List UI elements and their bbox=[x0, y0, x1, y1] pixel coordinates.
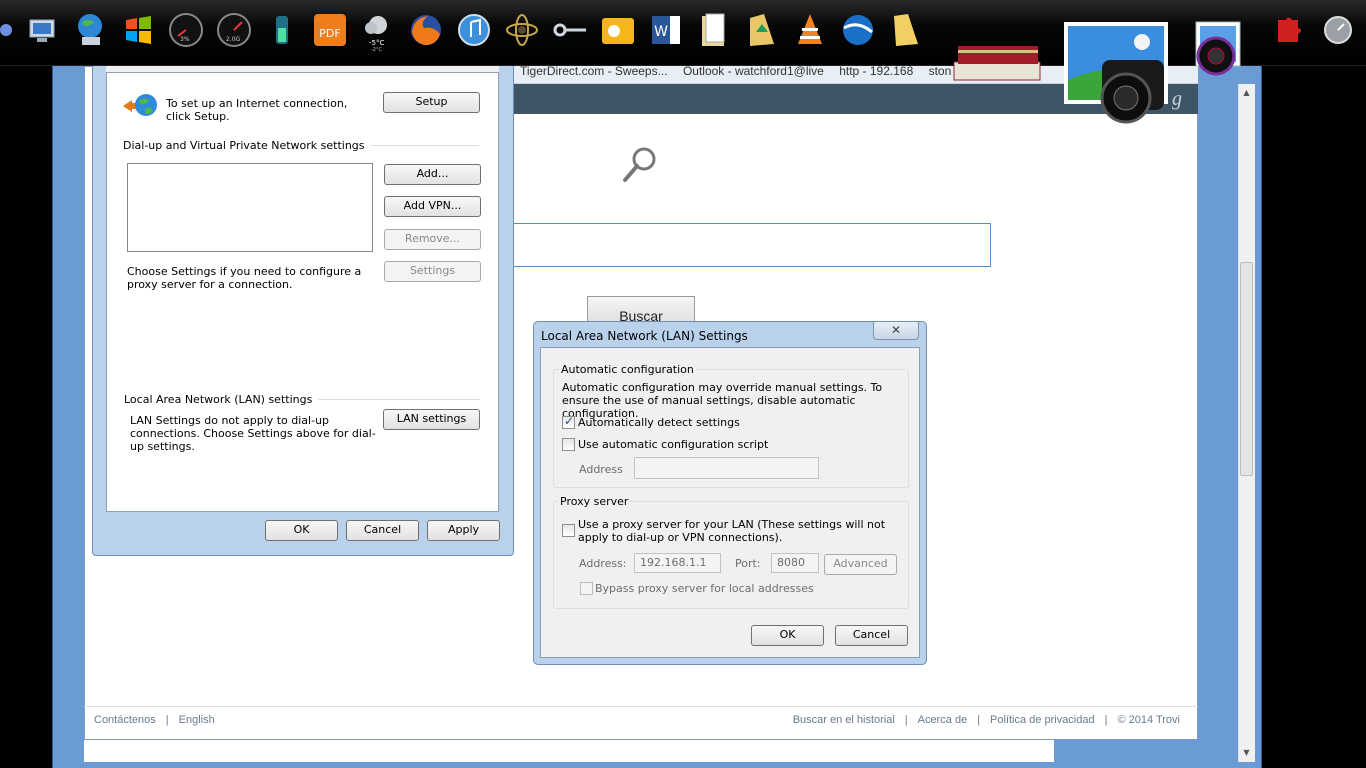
config-script-address-input[interactable] bbox=[634, 457, 819, 479]
add-button[interactable]: Add... bbox=[384, 164, 481, 185]
proxy-port-input[interactable]: 8080 bbox=[771, 553, 819, 573]
cancel-button[interactable]: Cancel bbox=[346, 520, 419, 541]
lan-description: LAN Settings do not apply to dial-up con… bbox=[130, 414, 376, 453]
bypass-local-checkbox[interactable] bbox=[580, 582, 593, 595]
document-folder-icon[interactable] bbox=[694, 10, 734, 50]
lan-ok-button[interactable]: OK bbox=[751, 625, 824, 646]
footer-link-about[interactable]: Acerca de bbox=[918, 714, 968, 726]
settings-button[interactable]: Settings bbox=[384, 261, 481, 282]
weather-temp: -5°C bbox=[369, 39, 385, 47]
auto-detect-checkbox[interactable]: ✓ bbox=[562, 414, 575, 429]
advanced-button[interactable]: Advanced bbox=[824, 554, 897, 575]
dialup-group-header: Dial-up and Virtual Private Network sett… bbox=[123, 139, 371, 152]
puzzle-icon[interactable] bbox=[1268, 10, 1308, 50]
books-icon[interactable] bbox=[952, 38, 1044, 84]
ok-button[interactable]: OK bbox=[265, 520, 338, 541]
settings-description: Choose Settings if you need to configure… bbox=[127, 265, 362, 291]
scroll-down-icon[interactable]: ▼ bbox=[1241, 748, 1252, 760]
magnifier-icon bbox=[620, 144, 660, 184]
word-icon[interactable]: W bbox=[646, 10, 686, 50]
pdf-icon[interactable]: PDF bbox=[310, 10, 350, 50]
remove-button[interactable]: Remove... bbox=[384, 229, 481, 250]
firefox-icon[interactable] bbox=[406, 10, 446, 50]
itunes-icon[interactable] bbox=[454, 10, 494, 50]
close-icon[interactable]: ✕ bbox=[873, 322, 919, 340]
svg-text:W: W bbox=[654, 24, 668, 40]
footer-link-history[interactable]: Buscar en el historial bbox=[793, 714, 895, 726]
setup-description: To set up an Internet connection, click … bbox=[166, 97, 348, 123]
camera-icon[interactable] bbox=[1190, 20, 1250, 76]
port-label: Port: bbox=[735, 557, 761, 570]
status-strip bbox=[84, 740, 1054, 762]
google-drive-folder-icon[interactable] bbox=[742, 10, 782, 50]
footer-link-privacy[interactable]: Política de privacidad bbox=[990, 714, 1095, 726]
cpu-gauge-icon[interactable] bbox=[166, 10, 206, 50]
footer-link-english[interactable]: English bbox=[179, 714, 215, 726]
auto-detect-label[interactable]: Automatically detect settings bbox=[578, 416, 740, 429]
proxy-server-header: Proxy server bbox=[558, 495, 631, 508]
use-proxy-checkbox[interactable] bbox=[562, 524, 575, 537]
outlook-icon[interactable] bbox=[598, 10, 638, 50]
google-earth-icon[interactable] bbox=[838, 10, 878, 50]
cpu-gauge-value: 3% bbox=[180, 36, 190, 43]
page-footer: Contáctenos | English Buscar en el histori… bbox=[84, 706, 1198, 734]
add-vpn-button[interactable]: Add VPN... bbox=[384, 196, 481, 217]
brand-mark: g bbox=[1172, 88, 1182, 110]
lan-settings-button[interactable]: LAN settings bbox=[383, 409, 480, 430]
proxy-address-input[interactable]: 192.168.1.1 bbox=[634, 553, 721, 573]
scroll-up-icon[interactable]: ▲ bbox=[1241, 88, 1252, 100]
use-proxy-label[interactable]: Use a proxy server for your LAN (These s… bbox=[578, 518, 903, 544]
windows-icon[interactable] bbox=[118, 10, 158, 50]
photo-icon[interactable] bbox=[1062, 20, 1172, 130]
folder-icon[interactable] bbox=[886, 10, 926, 50]
apply-button[interactable]: Apply bbox=[427, 520, 500, 541]
auto-config-header: Automatic configuration bbox=[559, 363, 696, 376]
auto-script-label[interactable]: Use automatic configuration script bbox=[578, 438, 768, 451]
scrollbar-thumb[interactable] bbox=[1240, 262, 1253, 476]
footer-link-contact[interactable]: Contáctenos bbox=[94, 714, 156, 726]
lan-group-header: Local Area Network (LAN) settings bbox=[124, 393, 319, 406]
dialog-title: Local Area Network (LAN) Settings bbox=[541, 329, 748, 343]
computer-icon[interactable] bbox=[22, 10, 62, 50]
dialup-connections-list[interactable] bbox=[127, 163, 373, 252]
weather-temp-low: -2°C bbox=[371, 47, 382, 53]
globe-computer-icon[interactable] bbox=[70, 10, 110, 50]
ram-gauge-value: 2.0G bbox=[226, 36, 241, 43]
checkmark-icon: ✓ bbox=[564, 414, 575, 428]
ram-gauge-icon[interactable] bbox=[214, 10, 254, 50]
search-input[interactable] bbox=[514, 223, 991, 267]
atom-icon[interactable] bbox=[502, 10, 542, 50]
footer-copyright: © 2014 Trovi bbox=[1117, 714, 1180, 726]
vlc-icon[interactable] bbox=[790, 10, 830, 50]
svg-text:PDF: PDF bbox=[319, 27, 340, 40]
setup-button[interactable]: Setup bbox=[383, 92, 480, 113]
key-icon[interactable] bbox=[550, 10, 590, 50]
bypass-local-label[interactable]: Bypass proxy server for local addresses bbox=[595, 582, 814, 595]
internet-connection-globe-icon bbox=[122, 92, 158, 120]
battery-icon[interactable] bbox=[262, 10, 302, 50]
auto-script-checkbox[interactable] bbox=[562, 438, 575, 451]
lan-cancel-button[interactable]: Cancel bbox=[835, 625, 908, 646]
auto-config-description: Automatic configuration may override man… bbox=[562, 381, 883, 420]
clock-icon[interactable] bbox=[1318, 10, 1358, 50]
proxy-address-label: Address: bbox=[579, 557, 627, 570]
address-label: Address bbox=[579, 463, 623, 476]
